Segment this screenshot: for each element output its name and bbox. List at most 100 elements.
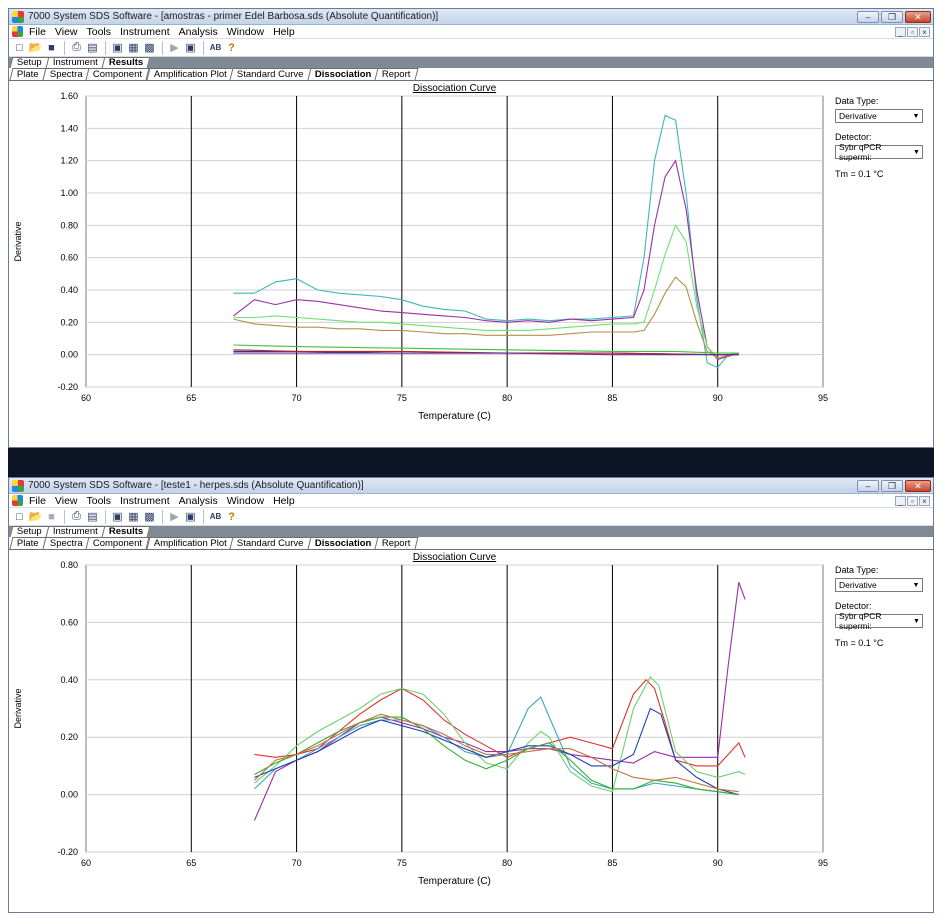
analyze-icon[interactable]: ▣ [183,509,198,524]
tab-instrument[interactable]: Instrument [45,526,106,537]
zoom-icon[interactable]: ▣ [110,40,125,55]
run-icon[interactable]: ▶ [167,509,182,524]
tab-amplification-plot[interactable]: Amplification Plot [146,68,234,80]
doc-minimize-button[interactable]: _ [895,26,906,37]
menu-tools[interactable]: Tools [87,495,112,507]
detector-select[interactable]: Sybr qPCR supermi: ▼ [835,611,923,631]
tab-standard-curve[interactable]: Standard Curve [229,68,312,80]
print-icon[interactable]: ⎙ [69,509,84,524]
chevron-down-icon[interactable]: ▼ [910,110,922,122]
doc-restore-button[interactable]: ▫ [907,495,918,506]
detector-label: Detector: [835,601,872,611]
zoom-icon[interactable]: ▣ [110,509,125,524]
open-folder-icon[interactable]: 📂 [28,509,43,524]
x-tick-label: 65 [186,393,196,403]
close-button[interactable]: ✕ [905,479,931,492]
print-preview-icon[interactable]: ▤ [85,509,100,524]
menu-view[interactable]: View [55,26,78,38]
title-bar[interactable]: 7000 System SDS Software - [amostras - p… [9,9,933,25]
doc-close-button[interactable]: × [919,26,930,37]
save-icon[interactable]: ■ [44,40,59,55]
menu-tools[interactable]: Tools [87,26,112,38]
close-button[interactable]: ✕ [905,10,931,23]
menu-window[interactable]: Window [227,26,264,38]
spelling-icon[interactable]: AB [208,509,223,524]
tab-report[interactable]: Report [374,68,419,80]
chart-icon[interactable]: ▦ [126,40,141,55]
data-type-select[interactable]: Derivative ▼ [835,109,923,123]
new-file-icon[interactable]: □ [12,40,27,55]
restore-button[interactable]: ❐ [881,479,903,492]
x-tick-label: 95 [818,858,828,868]
toolbar-separator [64,40,65,55]
menu-help[interactable]: Help [273,495,295,507]
y-tick-label: 1.40 [60,123,78,133]
x-tick-label: 85 [607,858,617,868]
minimize-button[interactable]: – [857,479,879,492]
dissociation-chart[interactable]: -0.20 0.00 0.20 0.40 0.60 0.80 60 65 70 75 80 85 90 9… [9,550,839,902]
chart-icon[interactable]: ▦ [126,509,141,524]
x-tick-label: 65 [186,858,196,868]
chevron-down-icon[interactable]: ▼ [910,579,922,591]
help-icon[interactable]: ? [224,40,239,55]
table-icon[interactable]: ▩ [142,40,157,55]
tab-results[interactable]: Results [101,57,151,68]
tab-setup[interactable]: Setup [9,57,50,68]
tab-dissociation[interactable]: Dissociation [307,537,379,549]
spelling-icon[interactable]: AB [208,40,223,55]
run-icon[interactable]: ▶ [167,40,182,55]
tab-spectra[interactable]: Spectra [42,537,90,549]
restore-button[interactable]: ❐ [881,10,903,23]
tab-amplification-plot[interactable]: Amplification Plot [146,537,234,549]
new-file-icon[interactable]: □ [12,509,27,524]
data-type-select[interactable]: Derivative ▼ [835,578,923,592]
menu-window[interactable]: Window [227,495,264,507]
doc-close-button[interactable]: × [919,495,930,506]
help-icon[interactable]: ? [224,509,239,524]
menu-view[interactable]: View [55,495,78,507]
tab-standard-curve[interactable]: Standard Curve [229,537,312,549]
minimize-button[interactable]: – [857,10,879,23]
tab-report[interactable]: Report [374,537,419,549]
window-title: 7000 System SDS Software - [teste1 - her… [28,480,364,491]
y-tick-label: 1.60 [60,91,78,101]
tab-spectra[interactable]: Spectra [42,68,90,80]
tab-results[interactable]: Results [101,526,151,537]
open-folder-icon[interactable]: 📂 [28,40,43,55]
tab-component[interactable]: Component [85,537,151,549]
chevron-down-icon[interactable]: ▼ [911,146,922,158]
analyze-icon[interactable]: ▣ [183,40,198,55]
menu-instrument[interactable]: Instrument [120,495,170,507]
title-bar[interactable]: 7000 System SDS Software - [teste1 - her… [9,478,933,494]
tab-instrument[interactable]: Instrument [45,57,106,68]
save-icon[interactable]: ■ [44,509,59,524]
data-type-value: Derivative [839,111,877,121]
y-tick-label: 0.40 [60,675,78,685]
toolbar: □ 📂 ■ ⎙ ▤ ▣ ▦ ▩ ▶ ▣ AB ? [9,39,933,57]
dissociation-chart[interactable]: -0.20 0.00 0.20 0.40 0.60 0.80 1.00 1.20 1.40 1.6… [9,81,839,437]
menu-file[interactable]: File [29,495,46,507]
detector-select[interactable]: Sybr qPCR supermi: ▼ [835,142,923,162]
doc-minimize-button[interactable]: _ [895,495,906,506]
tm-readout: Tm = 0.1 °C [835,638,884,648]
x-tick-label: 70 [292,858,302,868]
tab-plate[interactable]: Plate [9,68,47,80]
detector-value: Sybr qPCR supermi: [839,142,882,162]
doc-restore-button[interactable]: ▫ [907,26,918,37]
tab-component[interactable]: Component [85,68,151,80]
tab-plate[interactable]: Plate [9,537,47,549]
x-axis-label: Temperature (C) [418,411,491,422]
menu-analysis[interactable]: Analysis [179,26,218,38]
menu-instrument[interactable]: Instrument [120,26,170,38]
table-icon[interactable]: ▩ [142,509,157,524]
document-icon[interactable] [12,26,23,37]
menu-file[interactable]: File [29,26,46,38]
menu-analysis[interactable]: Analysis [179,495,218,507]
print-preview-icon[interactable]: ▤ [85,40,100,55]
document-icon[interactable] [12,495,23,506]
chevron-down-icon[interactable]: ▼ [911,615,922,627]
print-icon[interactable]: ⎙ [69,40,84,55]
tab-dissociation[interactable]: Dissociation [307,68,379,80]
tab-setup[interactable]: Setup [9,526,50,537]
menu-help[interactable]: Help [273,26,295,38]
